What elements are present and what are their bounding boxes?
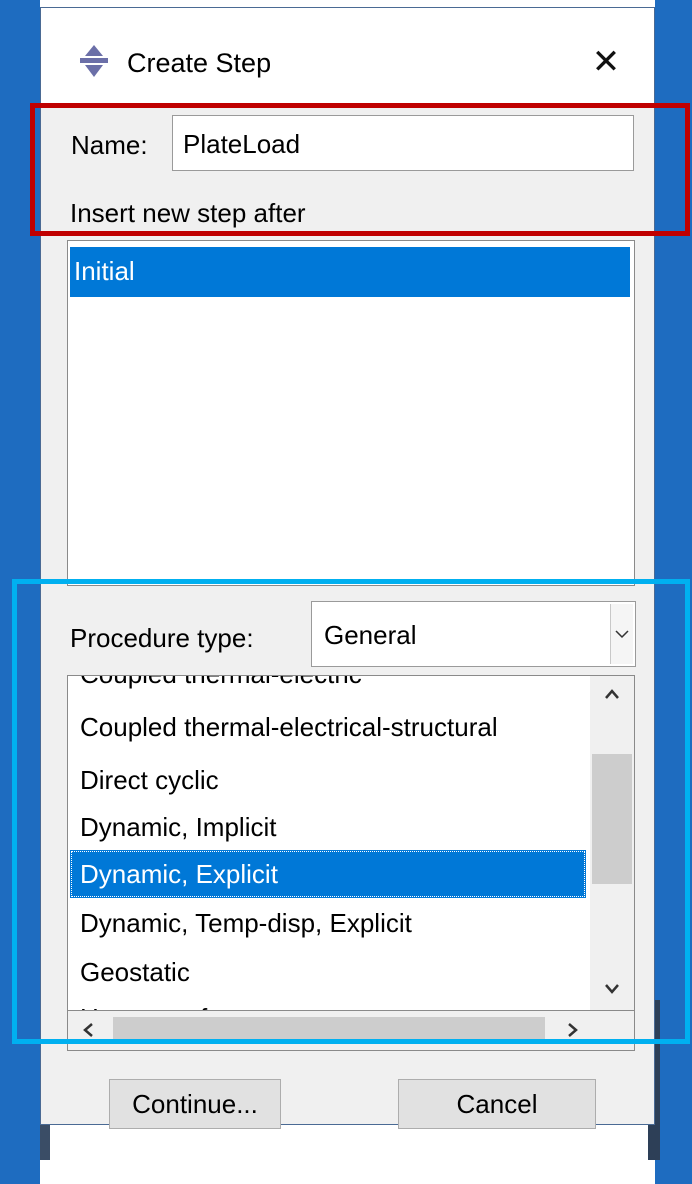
continue-button[interactable]: Continue... (109, 1079, 281, 1129)
highlight-box-blue (12, 579, 690, 1044)
abaqus-step-icon (80, 45, 108, 77)
desktop-background-bottom (40, 1125, 655, 1184)
steps-list[interactable]: Initial (67, 240, 635, 586)
cancel-button[interactable]: Cancel (398, 1079, 596, 1129)
list-item-initial[interactable]: Initial (70, 247, 630, 297)
close-button[interactable]: ✕ (581, 38, 631, 88)
close-icon: ✕ (591, 42, 621, 82)
dialog-title: Create Step (127, 48, 272, 78)
title-bar[interactable]: Create Step ✕ (41, 8, 654, 108)
highlight-box-red (30, 103, 690, 236)
